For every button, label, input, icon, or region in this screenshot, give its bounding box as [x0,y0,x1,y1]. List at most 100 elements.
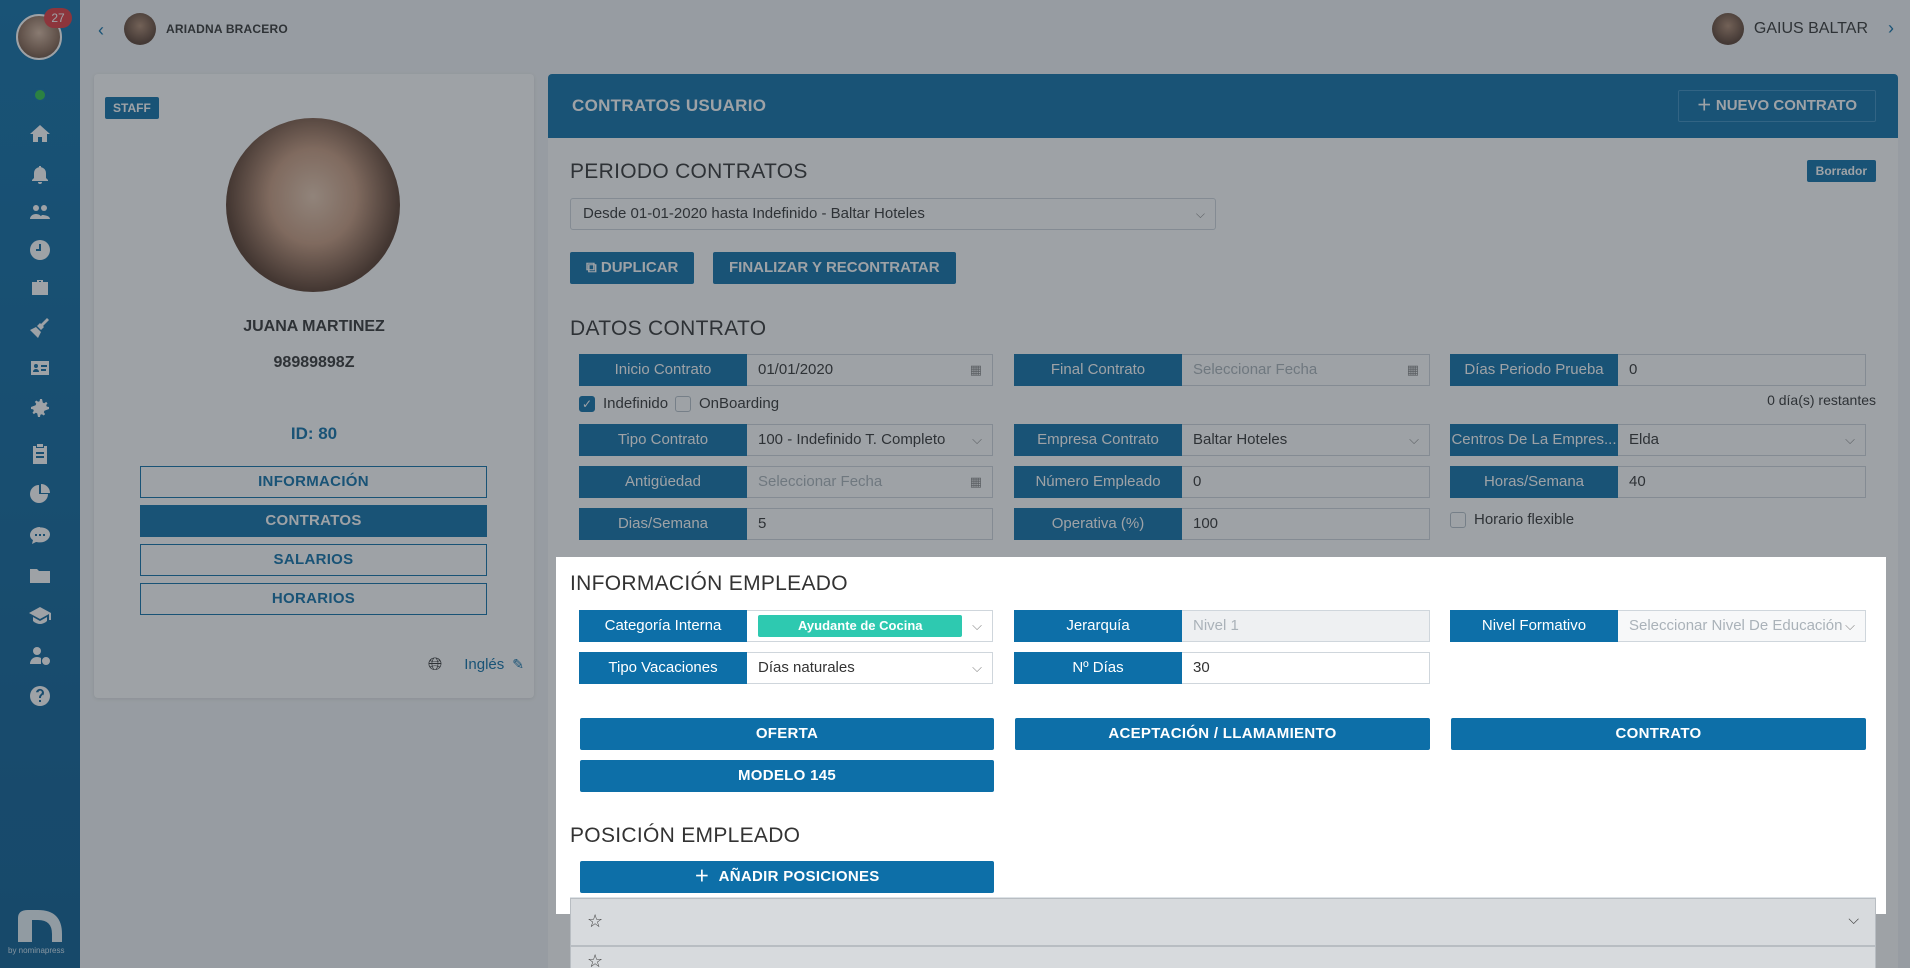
antiguedad-label: Antigüedad [579,466,747,498]
briefcase-icon[interactable] [26,274,54,302]
empresa-contrato-select[interactable]: Baltar Hoteles ⌵ [1182,424,1430,456]
bell-icon[interactable] [26,160,54,188]
aceptacion-button[interactable]: ACEPTACIÓN / LLAMAMIENTO [1015,718,1430,750]
jerarquia-label: Jerarquía [1014,610,1182,642]
chevron-right-icon[interactable]: › [1888,18,1894,39]
pencil-icon[interactable]: ✎ [512,656,524,673]
contrato-button[interactable]: CONTRATO [1451,718,1866,750]
panel-title: CONTRATOS USUARIO [572,96,767,115]
tipo-vacaciones-value: Días naturales [758,659,855,676]
oferta-button[interactable]: OFERTA [580,718,994,750]
antiguedad-placeholder: Seleccionar Fecha [758,473,883,490]
tab-horarios[interactable]: HORARIOS [140,583,487,615]
operativa-field: Operativa (%) 100 [1014,508,1430,540]
folder-icon[interactable] [26,562,54,590]
tab-salarios[interactable]: SALARIOS [140,544,487,576]
num-dias-label: Nº Días [1014,652,1182,684]
tipo-contrato-label: Tipo Contrato [579,424,747,456]
final-contrato-label: Final Contrato [1014,354,1182,386]
calendar-icon: ▦ [969,474,982,489]
next-user[interactable]: GAIUS BALTAR [1711,13,1868,45]
highlighted-section: INFORMACIÓN EMPLEADO Categoría Interna A… [556,557,1886,914]
position-row[interactable]: ☆ ⌵ [570,898,1876,946]
language-label: Inglés [464,656,505,673]
final-contrato-input[interactable]: Seleccionar Fecha ▦ [1182,354,1430,386]
clock-icon[interactable] [26,236,54,264]
position-row[interactable]: ☆ [570,946,1876,968]
chevron-down-icon: ⌵ [972,432,982,447]
centros-field: Centros De La Empres... Elda ⌵ [1450,424,1866,456]
gear-icon[interactable] [26,394,54,422]
tipo-contrato-value: 100 - Indefinido T. Completo [758,431,946,448]
horas-semana-input[interactable]: 40 [1618,466,1866,498]
onboarding-checkbox[interactable]: OnBoarding [675,395,779,412]
new-contract-button[interactable]: ＋ NUEVO CONTRATO [1677,90,1876,122]
clipboard-icon[interactable] [26,440,54,468]
finalize-button[interactable]: FINALIZAR Y RECONTRATAR [713,252,956,284]
num-dias-field: Nº Días 30 [1014,652,1430,684]
centros-label: Centros De La Empres... [1450,424,1618,456]
periodo-prueba-input[interactable]: 0 [1618,354,1866,386]
language-selector[interactable]: 🌐︎ Inglés ✎ [428,654,524,675]
dias-semana-input[interactable]: 5 [747,508,993,540]
datos-title: DATOS CONTRATO [570,317,767,340]
globe-icon: 🌐︎ [427,654,443,674]
chevron-down-icon: ⌵ [1409,432,1419,447]
info-empleado-title: INFORMACIÓN EMPLEADO [570,572,848,595]
tab-contratos[interactable]: CONTRATOS [140,505,487,537]
modelo-145-button[interactable]: MODELO 145 [580,760,994,792]
chevron-down-icon: ⌵ [972,660,982,675]
users-icon[interactable] [26,198,54,226]
chevron-down-icon[interactable]: ⌵ [1848,911,1859,928]
sidebar: 27 by nominapress [0,0,80,968]
employee-id: ID: 80 [290,424,338,443]
graduation-cap-icon[interactable] [26,602,54,630]
numero-empleado-input[interactable]: 0 [1182,466,1430,498]
tipo-vacaciones-select[interactable]: Días naturales ⌵ [747,652,993,684]
star-icon[interactable]: ☆ [587,911,603,932]
nominapress-logo-icon [18,910,62,942]
tab-informacion[interactable]: INFORMACIÓN [140,466,487,498]
period-value: Desde 01-01-2020 hasta Indefinido - Balt… [583,205,925,222]
operativa-input[interactable]: 100 [1182,508,1430,540]
categoria-select[interactable]: Ayudante de Cocina ⌵ [747,610,993,642]
star-icon[interactable]: ☆ [587,951,603,968]
posicion-empleado-title: POSICIÓN EMPLEADO [570,824,801,847]
centros-select[interactable]: Elda ⌵ [1618,424,1866,456]
pie-chart-icon[interactable] [26,480,54,508]
period-select[interactable]: Desde 01-01-2020 hasta Indefinido - Balt… [570,198,1216,230]
onboarding-label: OnBoarding [699,395,780,412]
add-positions-button[interactable]: ＋ AÑADIR POSICIONES [580,861,994,893]
num-dias-input[interactable]: 30 [1182,652,1430,684]
chevron-left-icon[interactable]: ‹ [98,20,104,41]
inicio-contrato-input[interactable]: 01/01/2020 ▦ [747,354,993,386]
nivel-formativo-label: Nivel Formativo [1450,610,1618,642]
nivel-formativo-select[interactable]: Seleccionar Nivel De Educación ⌵ [1618,610,1866,642]
horario-flexible-checkbox[interactable]: Horario flexible [1450,511,1574,528]
plus-icon: ＋ [1696,97,1712,114]
new-contract-label: NUEVO CONTRATO [1715,97,1857,114]
broom-icon[interactable] [26,314,54,342]
duplicate-button[interactable]: ⧉ DUPLICAR [570,252,695,284]
previous-user-name: ARIADNA BRACERO [166,22,288,36]
chevron-down-icon: ⌵ [1195,207,1205,221]
indefinido-checkbox[interactable]: ✓ Indefinido [579,395,668,412]
chat-icon[interactable] [26,522,54,550]
dias-restantes: 0 día(s) restantes [1767,392,1876,408]
previous-user[interactable]: ARIADNA BRACERO [124,13,288,45]
user-money-icon[interactable] [26,642,54,670]
help-icon[interactable] [26,682,54,710]
home-icon[interactable] [26,120,54,148]
online-status-dot [33,88,47,102]
final-contrato-placeholder: Seleccionar Fecha [1193,361,1318,378]
tipo-vacaciones-field: Tipo Vacaciones Días naturales ⌵ [579,652,993,684]
chevron-down-icon: ⌵ [1845,432,1855,447]
empresa-contrato-value: Baltar Hoteles [1193,431,1288,448]
antiguedad-input[interactable]: Seleccionar Fecha ▦ [747,466,993,498]
empresa-contrato-field: Empresa Contrato Baltar Hoteles ⌵ [1014,424,1430,456]
plus-icon: ＋ [694,868,710,885]
tipo-vacaciones-label: Tipo Vacaciones [579,652,747,684]
tipo-contrato-select[interactable]: 100 - Indefinido T. Completo ⌵ [747,424,993,456]
id-card-icon[interactable] [26,354,54,382]
copy-icon: ⧉ [586,259,597,276]
